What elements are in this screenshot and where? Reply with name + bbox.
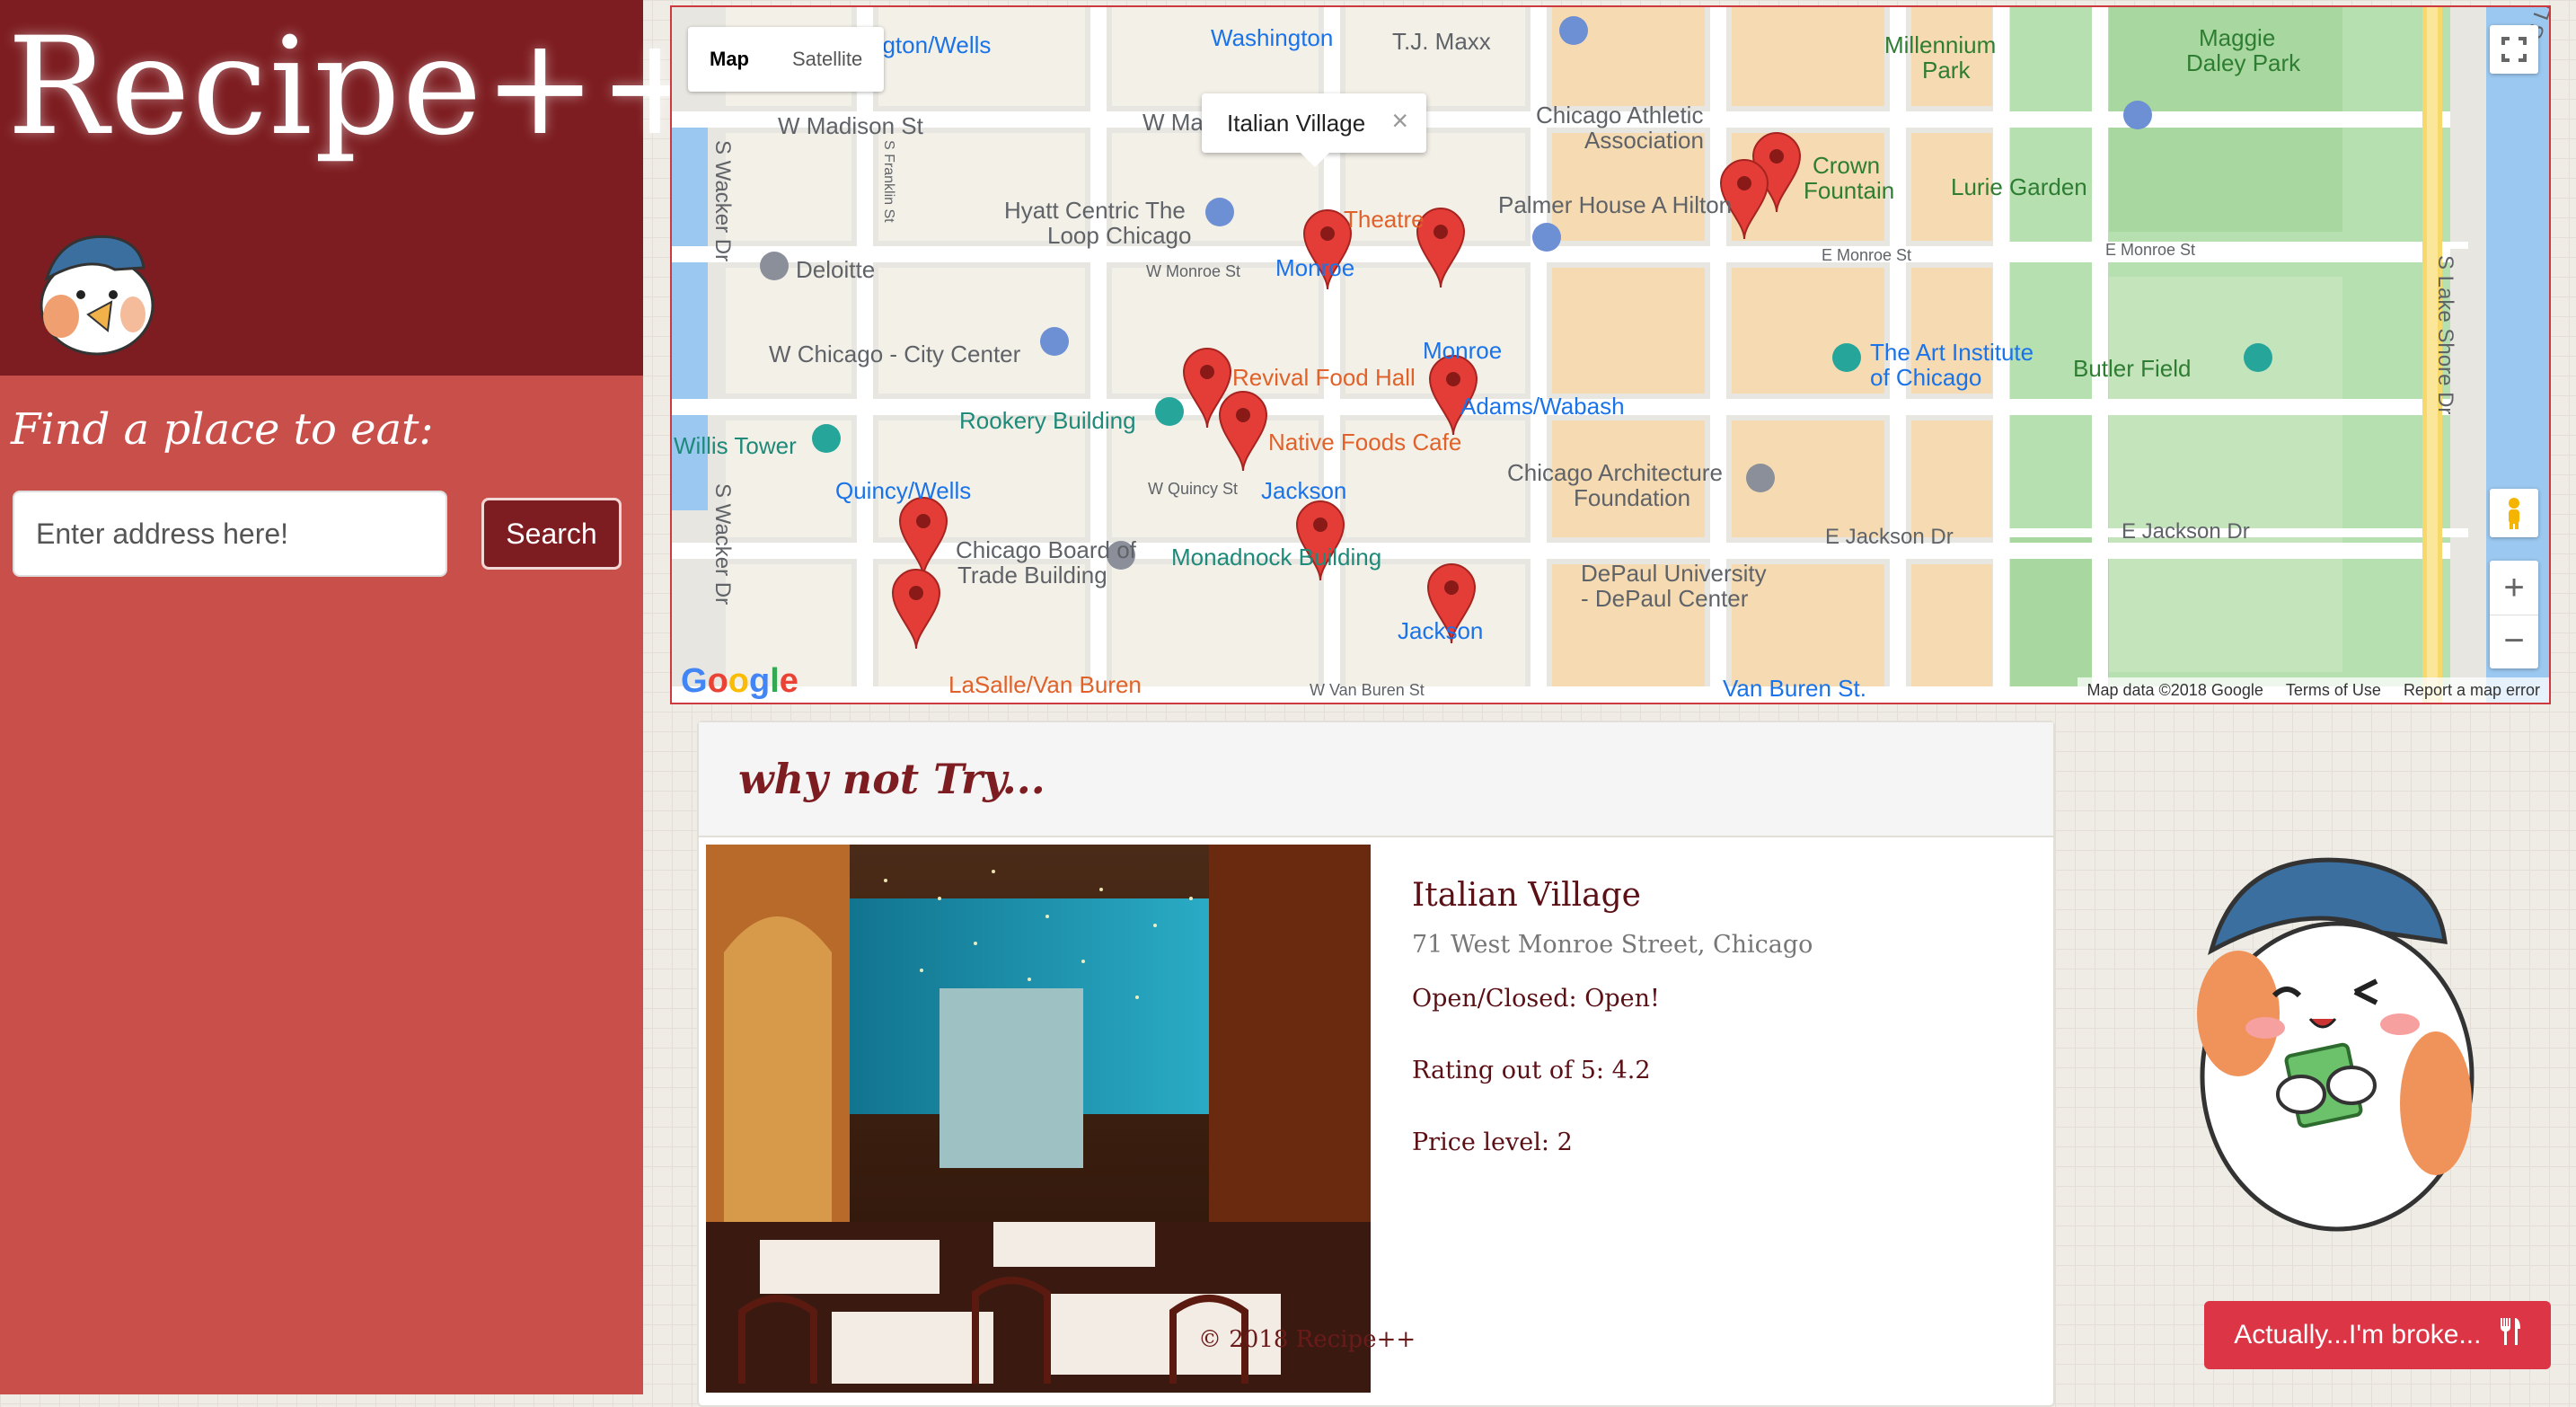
map-label: Lurie Garden <box>1951 173 2087 200</box>
map-label: Monroe <box>1423 337 1503 364</box>
map-label: Chicago Board of <box>956 536 1136 563</box>
map-label: W Quincy St <box>1148 480 1239 498</box>
map-label: Butler Field <box>2073 355 2192 382</box>
map-label: Theatre <box>1344 206 1425 233</box>
map-label: Maggie <box>2199 24 2276 51</box>
hamster-money-mascot-icon <box>2197 857 2475 1232</box>
map-label: Park <box>1922 57 1971 84</box>
map-label: Quincy/Wells <box>835 477 972 504</box>
map-label: Washington <box>1211 24 1334 51</box>
map-label: The Art Institute <box>1870 339 2034 366</box>
map-label: LaSalle/Van Buren <box>948 671 1142 698</box>
hamster-mascot-icon <box>40 234 154 356</box>
map-label: W Madison St <box>778 112 923 139</box>
zoom-in-button[interactable]: + <box>2490 561 2538 615</box>
search-button[interactable]: Search <box>481 498 622 570</box>
map-label: Daley Park <box>2186 49 2301 76</box>
report-map-error-link[interactable]: Report a map error <box>2395 681 2549 699</box>
map-label: S Franklin St <box>881 140 896 223</box>
map-type-toggle: Map Satellite <box>688 27 885 92</box>
restaurant-name: Italian Village <box>1412 877 1641 914</box>
map-label: S Wacker Dr <box>710 140 735 262</box>
map-label: E Jackson Dr <box>1825 525 1954 549</box>
map-label: of Chicago <box>1870 364 1982 391</box>
map-label: S Wacker Dr <box>710 483 735 606</box>
zoom-out-button[interactable]: − <box>2490 615 2538 669</box>
map-label: Crown <box>1813 152 1881 179</box>
map-label: W Chicago - City Center <box>769 341 1021 367</box>
sidebar: Recipe++ Find a place to eat: Search <box>0 0 711 1394</box>
map-label: Millennium <box>1884 31 1997 58</box>
map-type-satellite-button[interactable]: Satellite <box>771 27 884 92</box>
zoom-control: + − <box>2490 561 2538 668</box>
restaurant-photo <box>706 845 1371 1393</box>
map-label: T.J. Maxx <box>1392 28 1491 55</box>
map-type-map-button[interactable]: Map <box>688 27 771 92</box>
map-label: Hyatt Centric The <box>1004 197 1186 224</box>
sidebar-header: Recipe++ <box>0 0 711 376</box>
info-window-title: Italian Village <box>1227 110 1366 137</box>
map-label: ngton/Wells <box>869 31 992 58</box>
utensils-icon <box>2498 1316 2521 1354</box>
pegman-icon[interactable] <box>2490 489 2538 537</box>
map-label: Chicago Architecture <box>1507 459 1723 486</box>
price-label: Price level: <box>1412 1128 1557 1156</box>
map-label: Native Foods Cafe <box>1268 429 1462 456</box>
rating-value: 4.2 <box>1611 1057 1651 1084</box>
map-label: E Monroe St <box>1822 246 1912 264</box>
map-label: Willis Tower <box>674 432 797 459</box>
card-heading: why not Try... <box>738 755 1045 803</box>
map-label: - DePaul Center <box>1581 585 1749 612</box>
map-label: S Lake Shore Dr <box>2433 255 2457 415</box>
rating-label: Rating out of 5: <box>1412 1057 1612 1084</box>
open-closed-row: Open/Closed: Open! <box>1412 985 1660 1013</box>
map-label: Association <box>1584 127 1704 154</box>
open-closed-value: Open! <box>1584 985 1660 1013</box>
terms-of-use-link[interactable]: Terms of Use <box>2277 681 2390 699</box>
app-logo: Recipe++ <box>7 9 713 165</box>
map-label: Jackson <box>1398 617 1484 644</box>
map-label: Deloitte <box>796 256 876 283</box>
map-label: E Jackson Dr <box>2122 519 2250 544</box>
copyright-text: © 2018 Recipe++ <box>1198 1326 1416 1353</box>
price-row: Price level: 2 <box>1412 1128 1573 1156</box>
broke-button[interactable]: Actually...I'm broke... <box>2204 1301 2551 1369</box>
map-label: Rookery Building <box>959 407 1136 434</box>
open-closed-label: Open/Closed: <box>1412 985 1585 1013</box>
map-label: W Monroe St <box>1146 262 1241 280</box>
address-input[interactable] <box>13 491 447 577</box>
map-label: W Van Buren St <box>1310 681 1425 699</box>
find-place-label: Find a place to eat: <box>11 404 434 455</box>
suggestion-card: why not Try... Italian Village 71 West M… <box>697 721 2055 1407</box>
map-data-text: Map data ©2018 Google <box>2086 681 2263 699</box>
map-label: Jackson <box>1261 477 1347 504</box>
map-label: Trade Building <box>957 562 1107 588</box>
map-label: Adams/Wabash <box>1460 393 1625 420</box>
map-attribution: Map data ©2018 Google Terms of Use Repor… <box>2078 677 2549 703</box>
map-label: DePaul University <box>1581 560 1767 587</box>
close-icon[interactable]: × <box>1391 104 1408 137</box>
rating-row: Rating out of 5: 4.2 <box>1412 1057 1651 1084</box>
map-label: W Ma <box>1142 109 1204 136</box>
price-value: 2 <box>1557 1128 1573 1156</box>
map-label: Palmer House A Hilton <box>1498 191 1733 218</box>
map-label: Monadnock Building <box>1171 544 1382 571</box>
map-label: Van Buren St. <box>1723 675 1866 702</box>
map-label: Monroe <box>1275 254 1355 281</box>
fullscreen-icon[interactable] <box>2490 25 2538 74</box>
map[interactable]: Washington T.J. Maxx ngton/Wells W Madis… <box>670 5 2551 704</box>
map-label: Foundation <box>1574 484 1691 511</box>
info-window: Italian Village × <box>1202 93 1426 167</box>
broke-button-label: Actually...I'm broke... <box>2234 1320 2482 1349</box>
map-label: Loop Chicago <box>1047 222 1192 249</box>
google-logo: Google <box>681 662 798 700</box>
map-label: Fountain <box>1804 177 1895 204</box>
map-label: Revival Food Hall <box>1232 364 1416 391</box>
map-label: E Monroe St <box>2105 241 2196 259</box>
card-header: why not Try... <box>699 722 2053 837</box>
map-label: Chicago Athletic <box>1536 102 1704 128</box>
restaurant-address: 71 West Monroe Street, Chicago <box>1412 931 1813 959</box>
